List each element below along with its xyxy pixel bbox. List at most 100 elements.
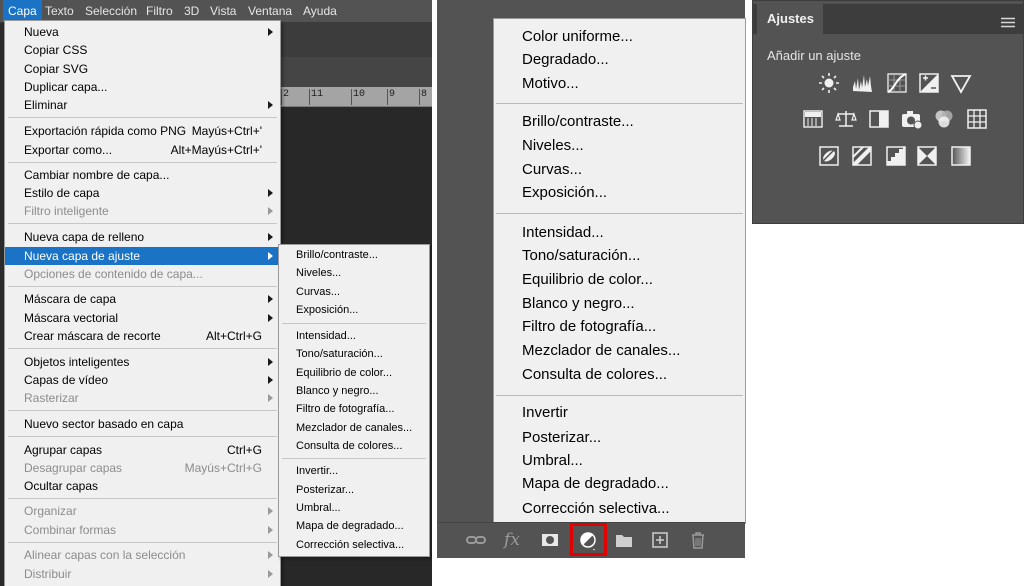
- submenu-arrow-icon: [268, 28, 273, 36]
- menu-item-duplicar-capa[interactable]: Duplicar capa...: [5, 78, 280, 96]
- submenu-arrow-icon: [268, 207, 273, 215]
- menu-item-filtro-inteligente: Filtro inteligente: [5, 202, 280, 220]
- popup-item-posterizar[interactable]: Posterizar...: [494, 426, 745, 450]
- fx-icon[interactable]: fx: [501, 529, 523, 551]
- submenu-item-filtro-fotografia[interactable]: Filtro de fotografía...: [279, 400, 429, 418]
- submenu-item-posterizar[interactable]: Posterizar...: [279, 481, 429, 499]
- menu-texto[interactable]: Texto: [40, 0, 79, 22]
- menu-filtro[interactable]: Filtro: [141, 0, 178, 22]
- menu-item-nueva-capa-ajuste[interactable]: Nueva capa de ajuste: [5, 247, 280, 265]
- exposure-icon[interactable]: [918, 72, 940, 94]
- menu-item-eliminar[interactable]: Eliminar: [5, 96, 280, 114]
- menu-item-mascara-capa[interactable]: Máscara de capa: [5, 290, 280, 308]
- mask-icon[interactable]: [539, 529, 561, 551]
- popup-item-invertir[interactable]: Invertir: [494, 401, 745, 425]
- menu-item-agrupar-capas[interactable]: Agrupar capas Ctrl+G: [5, 441, 280, 459]
- submenu-item-tono-saturacion[interactable]: Tono/saturación...: [279, 345, 429, 363]
- popup-item-tono-saturacion[interactable]: Tono/saturación...: [494, 244, 745, 268]
- posterize-icon[interactable]: [851, 145, 873, 167]
- menu-item-cambiar-nombre[interactable]: Cambiar nombre de capa...: [5, 166, 280, 184]
- menu-capa[interactable]: Capa: [3, 0, 42, 22]
- submenu-item-exposicion[interactable]: Exposición...: [279, 301, 429, 319]
- menu-item-copiar-css[interactable]: Copiar CSS: [5, 41, 280, 59]
- menu-item-exportar-como[interactable]: Exportar como... Alt+Mayús+Ctrl+': [5, 141, 280, 159]
- menu-ayuda[interactable]: Ayuda: [298, 0, 342, 22]
- new-layer-icon[interactable]: [649, 529, 671, 551]
- levels-icon[interactable]: [852, 72, 874, 94]
- popup-item-mezclador-canales[interactable]: Mezclador de canales...: [494, 339, 745, 363]
- curves-icon[interactable]: [886, 72, 908, 94]
- submenu-item-curvas[interactable]: Curvas...: [279, 283, 429, 301]
- menu-seleccion[interactable]: Selección: [80, 0, 142, 22]
- threshold-icon[interactable]: [885, 145, 907, 167]
- menu-item-nueva-capa-relleno[interactable]: Nueva capa de relleno: [5, 228, 280, 246]
- menu-item-exportacion-rapida[interactable]: Exportación rápida como PNG Mayús+Ctrl+': [5, 122, 280, 140]
- brightness-contrast-icon[interactable]: [818, 72, 840, 94]
- tab-ajustes[interactable]: Ajustes: [757, 4, 823, 35]
- folder-icon[interactable]: [613, 529, 635, 551]
- panel-menu-icon[interactable]: [1001, 15, 1015, 28]
- capa-dropdown-menu: Nueva Copiar CSS Copiar SVG Duplicar cap…: [4, 20, 281, 586]
- invert-icon[interactable]: [818, 145, 840, 167]
- menu-item-nueva[interactable]: Nueva: [5, 23, 280, 41]
- color-balance-icon[interactable]: [835, 108, 857, 130]
- submenu-item-equilibrio-color[interactable]: Equilibrio de color...: [279, 364, 429, 382]
- menu-item-capas-video[interactable]: Capas de vídeo: [5, 371, 280, 389]
- popup-item-degradado[interactable]: Degradado...: [494, 48, 745, 72]
- link-icon[interactable]: [465, 529, 487, 551]
- hue-saturation-icon[interactable]: [802, 108, 824, 130]
- submenu-arrow-icon: [268, 295, 273, 303]
- popup-item-umbral[interactable]: Umbral...: [494, 449, 745, 473]
- submenu-arrow-icon: [268, 358, 273, 366]
- menu-item-crear-mascara-recorte[interactable]: Crear máscara de recorte Alt+Ctrl+G: [5, 327, 280, 345]
- popup-item-mapa-degradado[interactable]: Mapa de degradado...: [494, 472, 745, 496]
- menu-item-objetos-inteligentes[interactable]: Objetos inteligentes: [5, 353, 280, 371]
- popup-item-blanco-negro[interactable]: Blanco y negro...: [494, 292, 745, 316]
- submenu-item-niveles[interactable]: Niveles...: [279, 264, 429, 282]
- vibrance-icon[interactable]: [950, 72, 972, 94]
- trash-icon[interactable]: [687, 529, 709, 551]
- menu-item-ocultar-capas[interactable]: Ocultar capas: [5, 477, 280, 495]
- menu-item-estilo-de-capa[interactable]: Estilo de capa: [5, 184, 280, 202]
- submenu-item-invertir[interactable]: Invertir...: [279, 462, 429, 480]
- submenu-arrow-icon: [268, 252, 273, 260]
- submenu-item-mapa-degradado[interactable]: Mapa de degradado...: [279, 517, 429, 535]
- menu-item-mascara-vectorial[interactable]: Máscara vectorial: [5, 309, 280, 327]
- options-bar: [279, 22, 432, 57]
- popup-item-intensidad[interactable]: Intensidad...: [494, 221, 745, 245]
- popup-item-brillo-contraste[interactable]: Brillo/contraste...: [494, 110, 745, 134]
- popup-item-correccion-selectiva[interactable]: Corrección selectiva...: [494, 497, 745, 521]
- photo-filter-icon[interactable]: [901, 108, 923, 130]
- color-lookup-icon[interactable]: [966, 108, 988, 130]
- popup-item-niveles[interactable]: Niveles...: [494, 134, 745, 158]
- menu-3d[interactable]: 3D: [179, 0, 204, 22]
- menu-item-copiar-svg[interactable]: Copiar SVG: [5, 60, 280, 78]
- adjustment-popup-menu: Color uniforme... Degradado... Motivo...…: [493, 18, 746, 524]
- ruler-tick: 9: [389, 89, 396, 100]
- popup-item-exposicion[interactable]: Exposición...: [494, 181, 745, 205]
- submenu-item-umbral[interactable]: Umbral...: [279, 499, 429, 517]
- gradient-map-icon[interactable]: [950, 145, 972, 167]
- submenu-item-consulta-colores[interactable]: Consulta de colores...: [279, 437, 429, 455]
- popup-item-motivo[interactable]: Motivo...: [494, 72, 745, 96]
- menu-item-rasterizar: Rasterizar: [5, 389, 280, 407]
- black-white-icon[interactable]: [868, 108, 890, 130]
- submenu-item-intensidad[interactable]: Intensidad...: [279, 327, 429, 345]
- menu-ventana[interactable]: Ventana: [243, 0, 297, 22]
- submenu-item-brillo-contraste[interactable]: Brillo/contraste...: [279, 246, 429, 264]
- menu-vista[interactable]: Vista: [205, 0, 241, 22]
- popup-item-equilibrio-color[interactable]: Equilibrio de color...: [494, 268, 745, 292]
- submenu-item-blanco-negro[interactable]: Blanco y negro...: [279, 382, 429, 400]
- submenu-item-correccion-selectiva[interactable]: Corrección selectiva...: [279, 536, 429, 554]
- channel-mixer-icon[interactable]: [933, 108, 955, 130]
- popup-item-color-uniforme[interactable]: Color uniforme...: [494, 25, 745, 49]
- submenu-item-mezclador-canales[interactable]: Mezclador de canales...: [279, 419, 429, 437]
- menu-item-organizar: Organizar: [5, 502, 280, 520]
- submenu-arrow-icon: [268, 376, 273, 384]
- popup-item-curvas[interactable]: Curvas...: [494, 158, 745, 182]
- selective-color-icon[interactable]: [916, 145, 938, 167]
- popup-item-consulta-colores[interactable]: Consulta de colores...: [494, 363, 745, 387]
- popup-item-filtro-fotografia[interactable]: Filtro de fotografía...: [494, 315, 745, 339]
- menu-item-alinear-capas: Alinear capas con la selección: [5, 546, 280, 564]
- menu-item-nuevo-sector[interactable]: Nuevo sector basado en capa: [5, 415, 280, 433]
